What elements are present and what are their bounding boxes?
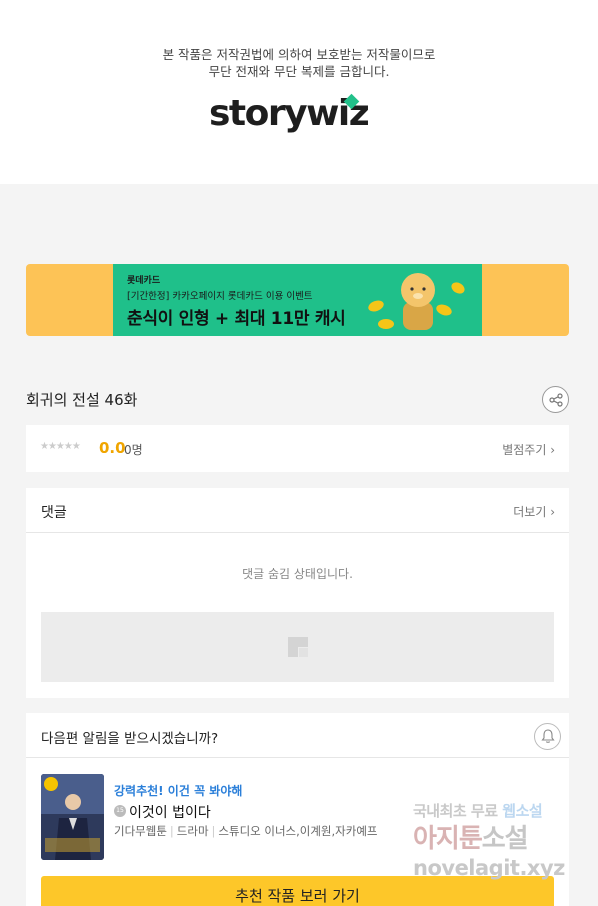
- notify-header: 다음편 알림을 받으시겠습니까?: [26, 713, 569, 758]
- promo-banner[interactable]: 롯데카드 [기간한정] 카카오페이지 롯데카드 이용 이벤트 춘식이 인형 + …: [26, 264, 569, 336]
- comments-header: 댓글 더보기 ›: [26, 488, 569, 533]
- copyright-notice: 본 작품은 저작권법에 의하여 보호받는 저작물이므로 무단 전재와 무단 복제…: [0, 46, 598, 80]
- age-rating-badge: 15: [114, 805, 126, 817]
- rate-button[interactable]: 별점주기 ›: [502, 441, 555, 458]
- next-episode-notify-card: 다음편 알림을 받으시겠습니까? 강력추천! 이건 꼭 봐야해 15 이것이 법…: [26, 713, 569, 906]
- banner-subtitle: [기간한정] 카카오페이지 롯데카드 이용 이벤트: [127, 291, 313, 302]
- promo-banner-content: 롯데카드 [기간한정] 카카오페이지 롯데카드 이용 이벤트 춘식이 인형 + …: [113, 264, 482, 336]
- recommended-work-meta: 기다무웹툰 | 드라마 | 스튜디오 이너스,이계원,자카예프: [114, 824, 378, 838]
- banner-brand: 롯데카드: [127, 276, 161, 286]
- share-button[interactable]: [542, 386, 569, 413]
- notify-bell-button[interactable]: [534, 723, 561, 750]
- copyright-header: 본 작품은 저작권법에 의하여 보호받는 저작물이므로 무단 전재와 무단 복제…: [0, 0, 598, 184]
- genre-label-2: 드라마: [176, 824, 209, 838]
- rating-card: ★★★★★ 0.0 0명 별점주기 ›: [26, 425, 569, 472]
- rating-score: 0.0: [99, 439, 126, 457]
- recommended-work-thumbnail[interactable]: [41, 774, 104, 860]
- banner-headline: 춘식이 인형 + 최대 11만 캐시: [127, 309, 346, 329]
- authors-label: 스튜디오 이너스,이계원,자카예프: [218, 824, 378, 838]
- copyright-line-1: 본 작품은 저작권법에 의하여 보호받는 저작물이므로: [162, 47, 436, 62]
- character-illustration: [368, 273, 465, 330]
- comments-hidden-message: 댓글 숨김 상태입니다.: [242, 567, 353, 581]
- notify-question: 다음편 알림을 받으시겠습니까?: [41, 731, 219, 747]
- see-recommended-works-button[interactable]: 추천 작품 보러 가기: [41, 876, 554, 906]
- rating-count: 0명: [124, 443, 143, 457]
- episode-title: 회귀의 전설 46화: [26, 391, 138, 409]
- ad-placeholder: [41, 612, 554, 682]
- image-placeholder-icon: [287, 637, 308, 657]
- share-icon: [548, 392, 563, 407]
- comments-more-link[interactable]: 더보기 ›: [513, 503, 555, 520]
- copyright-line-2: 무단 전재와 무단 복제를 금합니다.: [208, 64, 390, 79]
- svg-text:storywiz: storywiz: [209, 93, 369, 134]
- genre-label: 기다무웹툰: [114, 824, 167, 838]
- recommend-tag: 강력추천! 이건 꼭 봐야해: [114, 784, 243, 798]
- bell-icon: [540, 729, 555, 743]
- rating-stars: ★★★★★: [40, 441, 81, 452]
- storywiz-logo: storywiz: [0, 92, 598, 144]
- comments-title: 댓글: [41, 505, 67, 521]
- wait-free-clock-icon: [44, 777, 58, 791]
- recommended-work-title[interactable]: 이것이 법이다: [129, 802, 211, 822]
- comments-card: 댓글 더보기 › 댓글 숨김 상태입니다.: [26, 488, 569, 698]
